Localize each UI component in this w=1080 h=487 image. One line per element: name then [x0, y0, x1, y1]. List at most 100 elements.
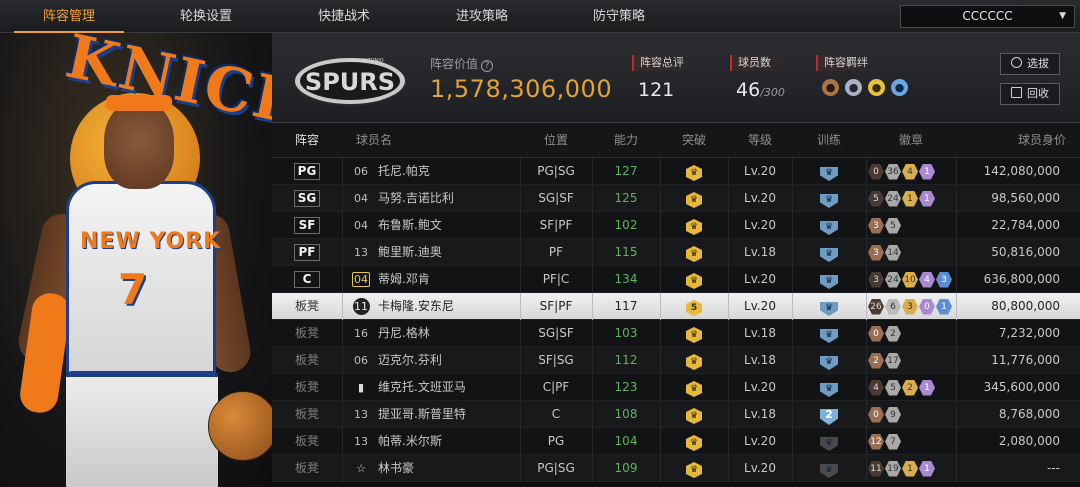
breakthrough-cell[interactable]: ♛ — [660, 374, 728, 401]
badge-list[interactable]: 2 17 — [866, 347, 901, 374]
table-row[interactable]: 板凳 13 帕蒂.米尔斯 PG 104 ♛ Lv.20 ♛ 12 7 2,080,000 — [272, 428, 1080, 455]
badge-list[interactable]: 02 — [866, 320, 901, 347]
col-header-badges[interactable]: 徽章 — [866, 123, 956, 158]
table-row[interactable]: 板凳 11 卡梅隆.安东尼 SF|PF 117 5 Lv.20 ♛ 26 6 3 0 1 80,800,0… — [272, 293, 1080, 320]
training-cell[interactable]: ♛ — [792, 212, 866, 239]
col-header-lineup[interactable]: 阵容 — [272, 123, 342, 158]
breakthrough-cell[interactable]: ♛ — [660, 185, 728, 212]
badge-list[interactable]: 09 — [866, 401, 901, 428]
position-slot-badge: SF — [294, 217, 320, 234]
breakthrough-cell[interactable]: ♛ — [660, 239, 728, 266]
badge-list[interactable]: 11 19 1 1 — [866, 455, 935, 482]
team-select-dropdown[interactable]: CCCCCC ▼ — [900, 5, 1075, 28]
breakthrough-cell[interactable]: ♛ — [660, 347, 728, 374]
badge-count-icon: 0 — [868, 325, 884, 342]
player-name[interactable]: 维克托.文班亚马 — [378, 374, 518, 401]
player-name[interactable]: 卡梅隆.安东尼 — [378, 293, 518, 320]
breakthrough-cell[interactable]: ♛ — [660, 320, 728, 347]
lineup-slot-cell[interactable]: 板凳 — [272, 374, 342, 401]
tab-lineup-management[interactable]: 阵容管理 — [14, 0, 124, 33]
player-name[interactable]: 丹尼.格林 — [378, 320, 518, 347]
bond-gold-icon[interactable]: ● — [868, 79, 885, 96]
breakthrough-cell[interactable]: ♛ — [660, 212, 728, 239]
lineup-slot-cell[interactable]: 板凳 — [272, 401, 342, 428]
player-name[interactable]: 鲍里斯.迪奥 — [378, 239, 518, 266]
training-cell[interactable]: 2 — [792, 401, 866, 428]
player-name[interactable]: 蒂姆.邓肯 — [378, 266, 518, 293]
table-row[interactable]: PF 13 鲍里斯.迪奥 PF 115 ♛ Lv.18 ♛ 3 14 50,816,000 — [272, 239, 1080, 266]
lineup-slot-cell[interactable]: 板凳 — [272, 347, 342, 374]
table-row[interactable]: 板凳 ☆ 林书豪 PG|SG 109 ♛ Lv.20 ♛ 11 19 1 1 --- — [272, 455, 1080, 482]
player-name[interactable]: 帕蒂.米尔斯 — [378, 428, 518, 455]
training-cell[interactable]: ♛ — [792, 320, 866, 347]
col-header-breakthrough[interactable]: 突破 — [660, 123, 728, 158]
col-header-player-value[interactable]: 球员身价 — [956, 123, 1080, 158]
col-header-ability[interactable]: 能力 — [592, 123, 660, 158]
tab-rotation-settings[interactable]: 轮换设置 — [151, 0, 261, 33]
player-name[interactable]: 托尼.帕克 — [378, 158, 518, 185]
badge-list[interactable]: 3 24 10 4 3 — [866, 266, 952, 293]
training-cell[interactable]: ♛ — [792, 428, 866, 455]
table-row[interactable]: 板凳 06 迈克尔.芬利 SF|SG 112 ♛ Lv.18 ♛ 2 17 11,776,000 — [272, 347, 1080, 374]
breakthrough-cell[interactable]: ♛ — [660, 401, 728, 428]
player-name[interactable]: 马努.吉诺比利 — [378, 185, 518, 212]
player-name[interactable]: 布鲁斯.鲍文 — [378, 212, 518, 239]
help-icon[interactable]: ? — [481, 60, 494, 72]
badge-count-icon: 14 — [885, 244, 901, 261]
lineup-slot-cell[interactable]: PG — [272, 158, 342, 185]
badge-list[interactable]: 3 14 — [866, 239, 901, 266]
tab-offense-strategy[interactable]: 进攻策略 — [427, 0, 537, 33]
table-row[interactable]: SF 04 布鲁斯.鲍文 SF|PF 102 ♛ Lv.20 ♛ 3 5 22,784,000 — [272, 212, 1080, 239]
player-name[interactable]: 林书豪 — [378, 455, 518, 482]
player-ability: 103 — [614, 326, 638, 340]
lineup-slot-cell[interactable]: C — [272, 266, 342, 293]
player-name[interactable]: 迈克尔.芬利 — [378, 347, 518, 374]
badge-count-icon: 4 — [868, 379, 884, 396]
col-header-level[interactable]: 等级 — [728, 123, 792, 158]
table-row[interactable]: 板凳 ▮ 维克托.文班亚马 C|PF 123 ♛ Lv.20 ♛ 4 5 2 1 345,600,000 — [272, 374, 1080, 401]
player-name[interactable]: 提亚哥.斯普里特 — [378, 401, 518, 428]
breakthrough-cell[interactable]: ♛ — [660, 428, 728, 455]
lineup-slot-cell[interactable]: SF — [272, 212, 342, 239]
col-header-training[interactable]: 训练 — [792, 123, 866, 158]
lineup-slot-cell[interactable]: 板凳 — [272, 455, 342, 482]
lineup-slot-cell[interactable]: 板凳 — [272, 293, 342, 320]
table-row[interactable]: SG 04 马努.吉诺比利 SG|SF 125 ♛ Lv.20 ♛ 5 24 1 1 98,560,00… — [272, 185, 1080, 212]
bond-blue-icon[interactable]: ● — [891, 79, 908, 96]
badge-list[interactable]: 35 — [866, 212, 901, 239]
training-cell[interactable]: ♛ — [792, 266, 866, 293]
training-cell[interactable]: ♛ — [792, 158, 866, 185]
lineup-slot-cell[interactable]: 板凳 — [272, 428, 342, 455]
training-cell[interactable]: ♛ — [792, 455, 866, 482]
table-row[interactable]: 板凳 13 提亚哥.斯普里特 C 108 ♛ Lv.18 2 0 9 8,768,000 — [272, 401, 1080, 428]
bond-bronze-icon[interactable]: ● — [822, 79, 839, 96]
badge-list[interactable]: 26 6 3 0 1 — [866, 293, 952, 320]
lineup-slot-cell[interactable]: SG — [272, 185, 342, 212]
select-players-button[interactable]: 选拔 — [1000, 53, 1060, 75]
bond-silver-icon[interactable]: ● — [845, 79, 862, 96]
col-header-player-name[interactable]: 球员名 — [342, 123, 432, 158]
tab-defense-strategy[interactable]: 防守策略 — [564, 0, 674, 33]
badge-list[interactable]: 4521 — [866, 374, 935, 401]
training-cell[interactable]: ♛ — [792, 347, 866, 374]
breakthrough-cell[interactable]: ♛ — [660, 455, 728, 482]
table-row[interactable]: 板凳 16 丹尼.格林 SG|SF 103 ♛ Lv.18 ♛ 0 2 7,232,000 — [272, 320, 1080, 347]
breakthrough-cell[interactable]: 5 — [660, 293, 728, 320]
breakthrough-cell[interactable]: ♛ — [660, 266, 728, 293]
badge-list[interactable]: 12 7 — [866, 428, 901, 455]
training-cell[interactable]: ♛ — [792, 374, 866, 401]
table-row[interactable]: PG 06 托尼.帕克 PG|SG 127 ♛ Lv.20 ♛ 0 36 4 1 142,080,000 — [272, 158, 1080, 185]
col-header-position[interactable]: 位置 — [520, 123, 592, 158]
tab-quick-tactics[interactable]: 快捷战术 — [289, 0, 399, 33]
breakthrough-cell[interactable]: ♛ — [660, 158, 728, 185]
recycle-button[interactable]: 回收 — [1000, 83, 1060, 105]
lineup-slot-cell[interactable]: PF — [272, 239, 342, 266]
table-row[interactable]: C 04 蒂姆.邓肯 PF|C 134 ♛ Lv.20 ♛ 3 24 10 4 3 636,800,000 — [272, 266, 1080, 293]
training-cell[interactable]: ♛ — [792, 185, 866, 212]
training-cell[interactable]: ♛ — [792, 293, 866, 320]
training-cell[interactable]: ♛ — [792, 239, 866, 266]
lineup-slot-cell[interactable]: 板凳 — [272, 320, 342, 347]
badge-count-icon: 1 — [919, 163, 935, 180]
badge-list[interactable]: 5 24 1 1 — [866, 185, 935, 212]
badge-list[interactable]: 0 36 4 1 — [866, 158, 935, 185]
